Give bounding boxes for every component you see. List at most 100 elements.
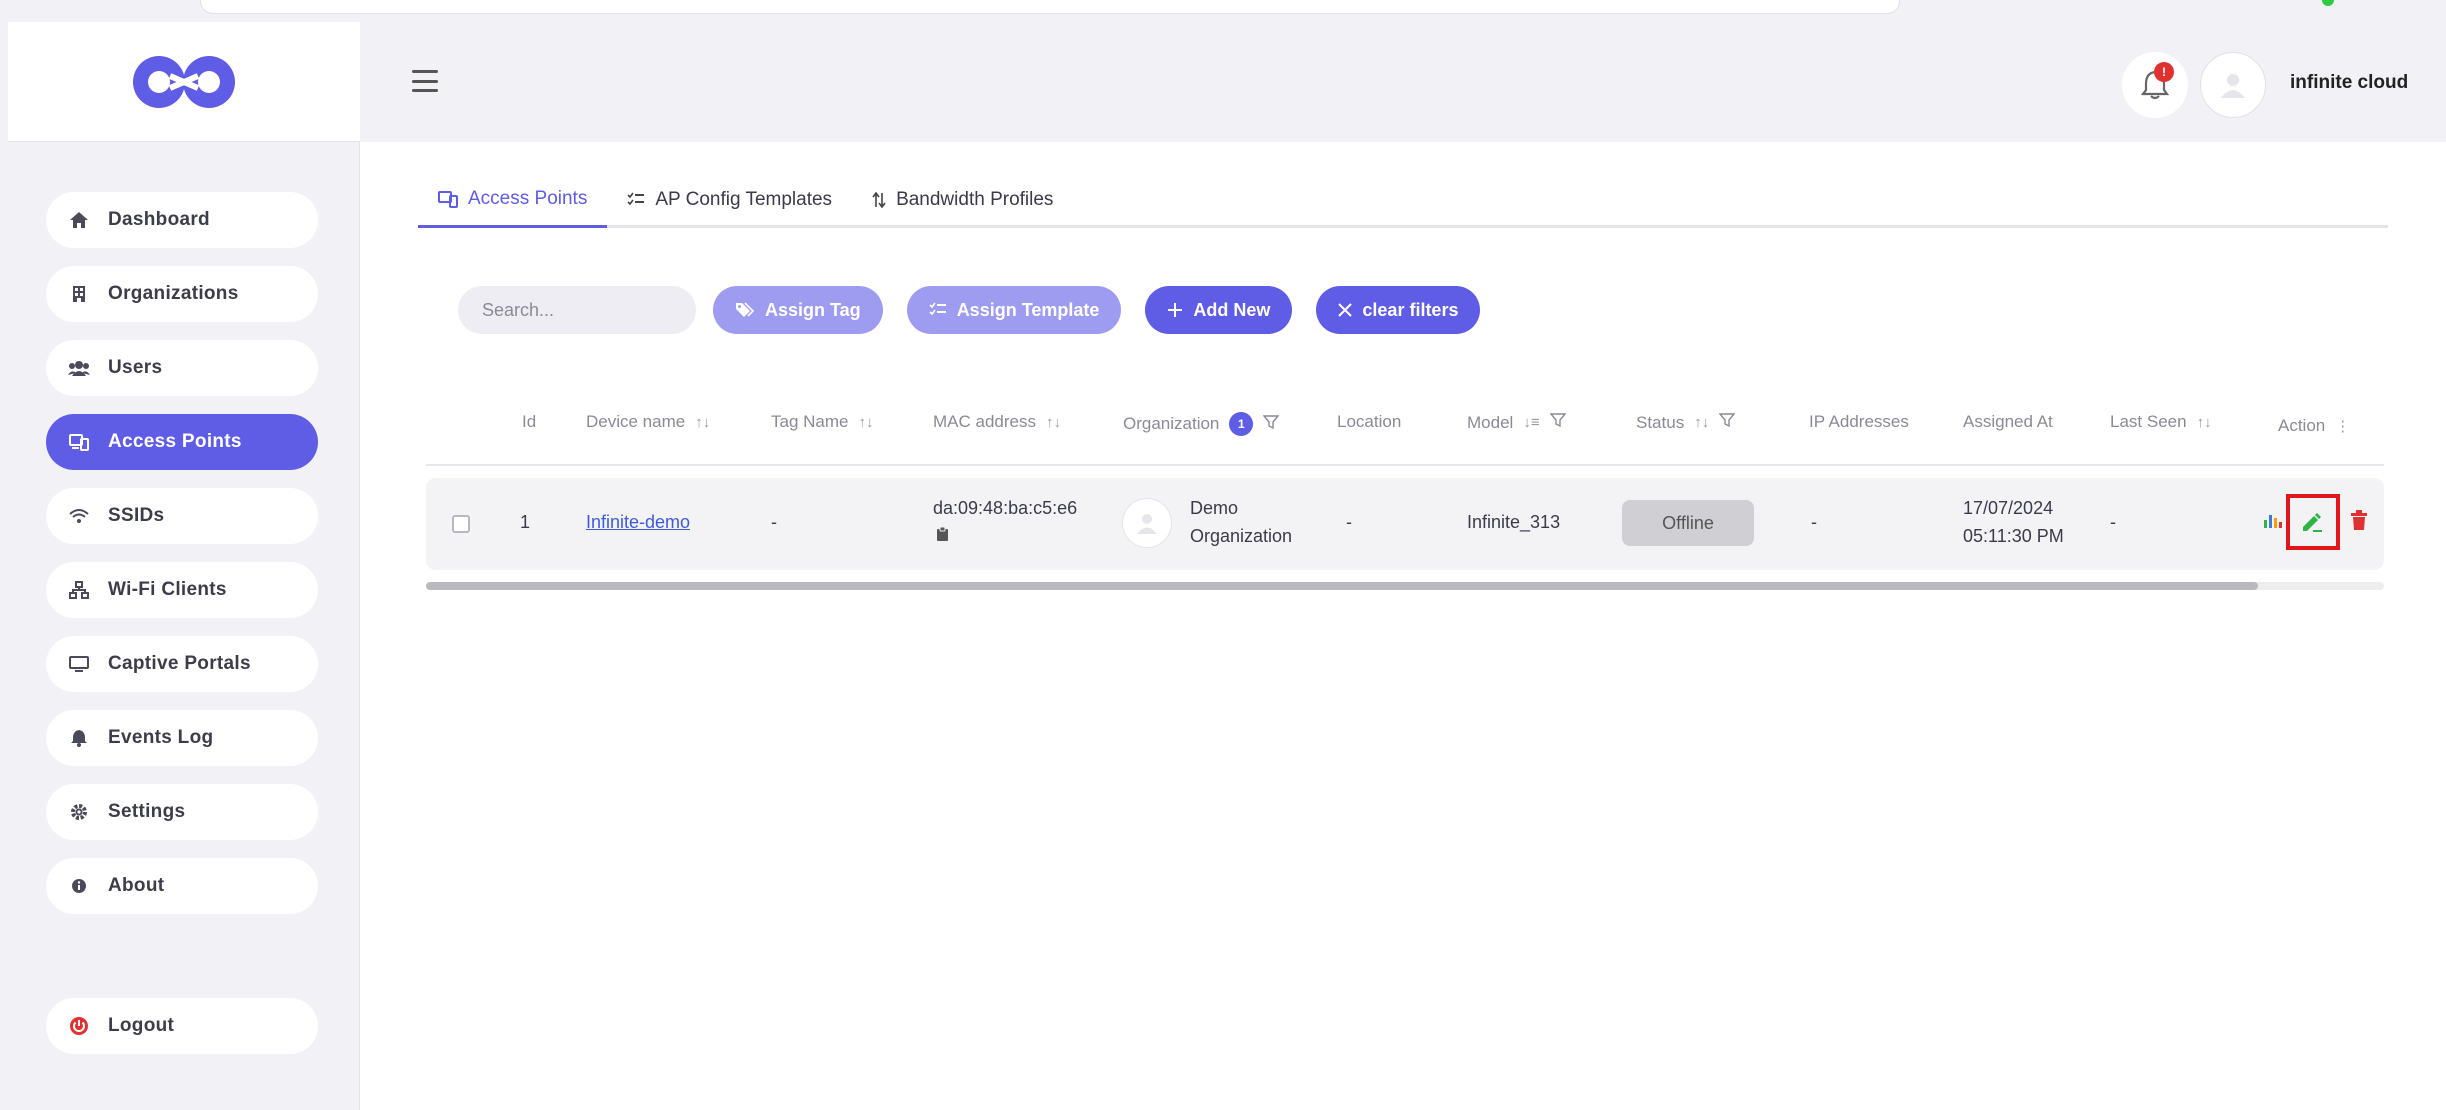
monitor-icon bbox=[68, 653, 90, 675]
tab-label: Bandwidth Profiles bbox=[896, 189, 1054, 210]
list-check-icon bbox=[929, 302, 947, 318]
tab-access-points[interactable]: Access Points bbox=[418, 172, 608, 228]
stats-chart-icon[interactable] bbox=[2264, 512, 2284, 528]
filter-icon[interactable] bbox=[1718, 412, 1736, 433]
sort-icon[interactable]: ↑↓ bbox=[695, 414, 710, 431]
column-header-location: Location bbox=[1337, 412, 1402, 431]
sidebar-item-captive-portals[interactable]: Captive Portals bbox=[46, 636, 318, 692]
clear-filters-button[interactable]: clear filters bbox=[1316, 286, 1481, 334]
row-checkbox[interactable] bbox=[452, 515, 470, 533]
header: ! infinite cloud bbox=[360, 22, 2446, 142]
column-header-model[interactable]: Model ↓≡ bbox=[1467, 412, 1567, 433]
tab-ap-config-templates[interactable]: AP Config Templates bbox=[607, 172, 852, 228]
logo[interactable] bbox=[8, 22, 360, 142]
browser-strip bbox=[0, 0, 2446, 20]
sidebar-item-label: SSIDs bbox=[108, 505, 165, 526]
sort-desc-icon[interactable]: ↓≡ bbox=[1523, 414, 1539, 431]
column-header-status[interactable]: Status ↑↓ bbox=[1636, 412, 1736, 433]
access-point-icon bbox=[68, 431, 90, 453]
edit-highlight-box bbox=[2286, 494, 2340, 550]
sidebar-item-label: Access Points bbox=[108, 431, 242, 452]
sidebar-item-label: Settings bbox=[108, 801, 186, 822]
status-dot bbox=[2322, 0, 2334, 6]
sidebar-item-dashboard[interactable]: Dashboard bbox=[46, 192, 318, 248]
add-new-button[interactable]: Add New bbox=[1145, 286, 1293, 334]
access-point-icon bbox=[438, 190, 458, 208]
sidebar-item-label: Captive Portals bbox=[108, 653, 251, 674]
plus-icon bbox=[1167, 302, 1183, 318]
column-header-organization[interactable]: Organization 1 bbox=[1123, 412, 1280, 436]
power-icon bbox=[68, 1015, 90, 1037]
tab-bandwidth-profiles[interactable]: Bandwidth Profiles bbox=[852, 172, 1073, 228]
device-name-link[interactable]: Infinite-demo bbox=[586, 512, 690, 533]
assign-tag-button[interactable]: Assign Tag bbox=[713, 286, 883, 334]
sort-icon[interactable]: ↑↓ bbox=[858, 414, 873, 431]
username[interactable]: infinite cloud bbox=[2290, 72, 2408, 94]
column-header-mac[interactable]: MAC address ↑↓ bbox=[933, 412, 1061, 432]
main-content: Access Points AP Config Templates Bandwi… bbox=[360, 142, 2446, 1110]
cell-ip: - bbox=[1811, 512, 1817, 532]
button-label: Add New bbox=[1193, 299, 1271, 320]
toolbar: Assign Tag Assign Template Add New clear… bbox=[458, 286, 1504, 334]
cell-organization-line2: Organization bbox=[1190, 526, 1293, 546]
browser-address-bar[interactable] bbox=[200, 0, 1900, 14]
logout-label: Logout bbox=[108, 1015, 175, 1036]
table-row[interactable]: 1 Infinite-demo - da:09:48:ba:c5:e6 Demo… bbox=[426, 478, 2384, 570]
close-icon bbox=[1338, 303, 1353, 317]
network-icon bbox=[68, 579, 90, 601]
cell-assigned-time: 05:11:30 PM bbox=[1963, 526, 2064, 546]
sidebar-item-access-points[interactable]: Access Points bbox=[46, 414, 318, 470]
clipboard-icon[interactable] bbox=[936, 526, 949, 547]
list-check-icon bbox=[627, 192, 645, 208]
horizontal-scrollbar[interactable] bbox=[426, 582, 2384, 590]
sidebar-item-settings[interactable]: Settings bbox=[46, 784, 318, 840]
bell-icon bbox=[68, 727, 90, 749]
logout-button[interactable]: Logout bbox=[46, 998, 318, 1054]
filter-icon[interactable] bbox=[1262, 414, 1280, 435]
column-header-assigned-at: Assigned At bbox=[1963, 412, 2053, 431]
user-icon bbox=[1137, 514, 1157, 534]
menu-toggle-icon[interactable] bbox=[412, 70, 438, 92]
column-header-tag-name[interactable]: Tag Name ↑↓ bbox=[771, 412, 873, 432]
avatar[interactable] bbox=[2200, 52, 2266, 118]
sidebar-item-label: Events Log bbox=[108, 727, 214, 748]
sidebar-item-events-log[interactable]: Events Log bbox=[46, 710, 318, 766]
cell-id: 1 bbox=[520, 512, 531, 532]
sidebar-item-label: Wi-Fi Clients bbox=[108, 579, 227, 600]
sidebar: Dashboard Organizations Users Access Poi… bbox=[8, 22, 360, 1110]
column-header-last-seen[interactable]: Last Seen ↑↓ bbox=[2110, 412, 2212, 432]
user-icon bbox=[2221, 74, 2245, 98]
tag-icon bbox=[735, 301, 755, 319]
cell-assigned-date: 17/07/2024 bbox=[1963, 498, 2054, 518]
column-header-id: Id bbox=[522, 412, 537, 431]
filter-icon[interactable] bbox=[1549, 412, 1567, 433]
sort-arrows-icon bbox=[872, 192, 886, 208]
sidebar-item-label: About bbox=[108, 875, 165, 896]
column-header-device-name[interactable]: Device name ↑↓ bbox=[586, 412, 710, 432]
sidebar-item-users[interactable]: Users bbox=[46, 340, 318, 396]
home-icon bbox=[68, 209, 90, 231]
sort-icon[interactable]: ↑↓ bbox=[2197, 414, 2212, 431]
notification-badge: ! bbox=[2154, 62, 2174, 82]
building-icon bbox=[68, 283, 90, 305]
more-vertical-icon[interactable]: ⋮ bbox=[2335, 417, 2350, 435]
cell-mac: da:09:48:ba:c5:e6 bbox=[933, 498, 1078, 518]
cell-tag-name: - bbox=[771, 512, 777, 532]
column-header-ip: IP Addresses bbox=[1809, 412, 1909, 431]
sidebar-item-ssids[interactable]: SSIDs bbox=[46, 488, 318, 544]
notifications-button[interactable]: ! bbox=[2122, 52, 2188, 118]
column-header-action: Action ⋮ bbox=[2278, 416, 2351, 435]
sidebar-item-label: Users bbox=[108, 357, 163, 378]
sidebar-item-organizations[interactable]: Organizations bbox=[46, 266, 318, 322]
sidebar-item-wifi-clients[interactable]: Wi-Fi Clients bbox=[46, 562, 318, 618]
sort-icon[interactable]: ↑↓ bbox=[1046, 414, 1061, 431]
delete-trash-icon[interactable] bbox=[2350, 510, 2368, 530]
sidebar-item-about[interactable]: About bbox=[46, 858, 318, 914]
infinity-logo-icon bbox=[133, 55, 235, 108]
assign-template-button[interactable]: Assign Template bbox=[906, 286, 1122, 334]
users-icon bbox=[68, 357, 90, 379]
scrollbar-thumb[interactable] bbox=[426, 582, 2258, 590]
tabs: Access Points AP Config Templates Bandwi… bbox=[418, 172, 2388, 228]
sort-icon[interactable]: ↑↓ bbox=[1694, 414, 1709, 431]
search-input[interactable] bbox=[458, 286, 696, 334]
